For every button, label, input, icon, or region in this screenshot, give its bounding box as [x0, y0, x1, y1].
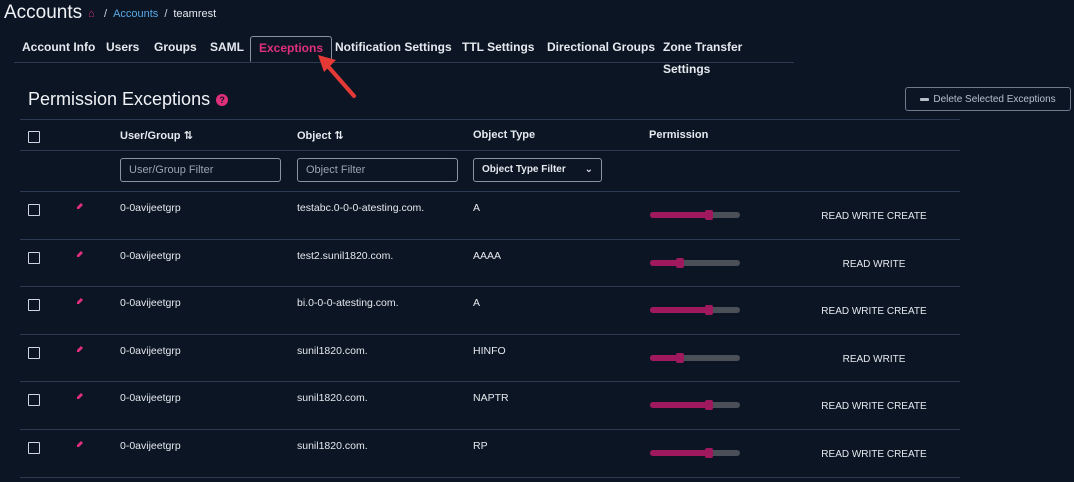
cell-object-type: NAPTR	[473, 392, 509, 405]
section-header: Permission Exceptions ?	[28, 89, 229, 110]
permission-slider-thumb[interactable]	[705, 400, 714, 411]
cell-object: sunil1820.com.	[297, 392, 368, 405]
cell-user-group: 0-0avijeetgrp	[120, 440, 181, 452]
table-row: 0-0avijeetgrp sunil1820.com. NAPTR READ WRI…	[20, 382, 960, 430]
tab-saml[interactable]: SAML	[202, 36, 252, 60]
cell-object: sunil1820.com.	[297, 344, 368, 357]
row-checkbox[interactable]	[28, 394, 40, 407]
page-title: Accounts	[4, 2, 83, 23]
pencil-icon[interactable]	[76, 345, 84, 353]
header-object-type: Object Type	[473, 129, 536, 141]
row-checkbox[interactable]	[28, 346, 40, 359]
permission-slider-fill	[650, 307, 710, 314]
pencil-icon[interactable]	[76, 440, 84, 448]
permission-label: READ WRITE	[842, 258, 906, 270]
permission-slider-thumb[interactable]	[675, 352, 684, 363]
permission-slider[interactable]	[650, 352, 740, 363]
permission-label: READ WRITE CREATE	[821, 449, 927, 460]
cell-object-type: HINFO	[473, 344, 506, 357]
permission-slider-fill	[650, 402, 710, 409]
cell-object: bi.0-0-0-atesting.com.	[297, 297, 399, 310]
tab-directional-groups[interactable]: Directional Groups	[539, 36, 663, 60]
pencil-icon[interactable]	[76, 297, 84, 305]
divider	[20, 150, 960, 151]
cell-object: test2.sunil1820.com.	[297, 249, 394, 262]
object-type-filter-dropdown[interactable]: Object Type Filter ⌄	[473, 158, 602, 182]
breadcrumb-separator: /	[164, 8, 168, 20]
breadcrumb-accounts-link[interactable]: Accounts	[113, 8, 158, 20]
tab-zone-transfer-settings[interactable]: Zone Transfer Settings	[655, 36, 794, 76]
row-checkbox[interactable]	[28, 442, 40, 454]
cell-object-type: A	[473, 297, 481, 310]
permission-label: READ WRITE CREATE	[821, 306, 927, 318]
header-object[interactable]: Object ⇅	[297, 129, 344, 142]
cell-user-group: 0-0avijeetgrp	[120, 344, 181, 357]
tab-bar: Account Info Users Groups SAML Exception…	[14, 36, 794, 76]
cell-object: sunil1820.com.	[297, 440, 368, 452]
arrow-annotation-icon	[318, 55, 356, 98]
cell-object-type: AAAA	[473, 249, 502, 262]
breadcrumb-separator: /	[104, 8, 108, 20]
permission-slider[interactable]	[650, 210, 740, 220]
permission-slider-fill	[650, 450, 710, 456]
tab-ttl-settings[interactable]: TTL Settings	[454, 36, 542, 60]
cell-user-group: 0-0avijeetgrp	[120, 249, 181, 262]
permission-label: READ WRITE CREATE	[821, 401, 927, 413]
breadcrumb-current: teamrest	[173, 8, 217, 20]
divider	[20, 119, 960, 120]
breadcrumb: ⌂ / Accounts / teamrest	[88, 8, 216, 20]
permission-slider[interactable]	[650, 400, 740, 411]
cell-user-group: 0-0avijeetgrp	[120, 392, 181, 405]
divider	[20, 476, 960, 478]
object-filter-input[interactable]: Object Filter	[297, 158, 458, 182]
delete-selected-button[interactable]: Delete Selected Exceptions	[905, 87, 1071, 111]
section-title: Permission Exceptions	[28, 89, 211, 109]
permission-slider-thumb[interactable]	[675, 257, 684, 268]
table-row: 0-0avijeetgrp test2.sunil1820.com. AAAA REA…	[20, 240, 960, 288]
cell-object-type: A	[473, 202, 481, 214]
delete-selected-label: Delete Selected Exceptions	[933, 93, 1056, 105]
cell-user-group: 0-0avijeetgrp	[120, 297, 181, 310]
home-icon[interactable]: ⌂	[88, 9, 98, 20]
help-icon[interactable]: ?	[216, 93, 229, 106]
table-row: 0-0avijeetgrp testabc.0-0-0-atesting.com.…	[20, 192, 960, 240]
permission-label: READ WRITE CREATE	[821, 211, 927, 222]
cell-object-type: RP	[473, 440, 488, 452]
pencil-icon[interactable]	[76, 392, 84, 400]
row-checkbox[interactable]	[28, 204, 40, 216]
permission-slider-thumb[interactable]	[705, 305, 714, 316]
cell-user-group: 0-0avijeetgrp	[120, 202, 181, 214]
permission-slider[interactable]	[650, 305, 740, 316]
table-row: 0-0avijeetgrp bi.0-0-0-atesting.com. A READ…	[20, 287, 960, 335]
header-user-group[interactable]: User/Group ⇅	[120, 129, 193, 142]
minus-icon	[920, 97, 930, 101]
chevron-down-icon: ⌄	[584, 164, 593, 175]
pencil-icon[interactable]	[76, 202, 84, 210]
tab-account-info[interactable]: Account Info	[14, 36, 103, 60]
object-type-filter-label: Object Type Filter	[482, 164, 566, 175]
select-all-checkbox[interactable]	[28, 131, 40, 143]
tab-groups[interactable]: Groups	[146, 36, 205, 60]
row-checkbox[interactable]	[28, 299, 40, 312]
table-row: 0-0avijeetgrp sunil1820.com. HINFO READ WRI…	[20, 335, 960, 383]
header-permission: Permission	[649, 129, 709, 141]
permission-slider[interactable]	[650, 257, 740, 268]
user-group-filter-input[interactable]: User/Group Filter	[120, 158, 281, 182]
permission-slider-thumb[interactable]	[705, 210, 714, 220]
permission-slider[interactable]	[650, 448, 740, 458]
permission-slider-fill	[650, 212, 710, 218]
permission-label: READ WRITE	[842, 353, 906, 365]
permission-slider-thumb[interactable]	[705, 448, 714, 458]
pencil-icon[interactable]	[76, 250, 84, 258]
cell-object: testabc.0-0-0-atesting.com.	[297, 202, 425, 214]
row-checkbox[interactable]	[28, 251, 40, 264]
tab-users[interactable]: Users	[98, 36, 147, 60]
table-row: 0-0avijeetgrp sunil1820.com. RP READ WRITE …	[20, 430, 960, 478]
